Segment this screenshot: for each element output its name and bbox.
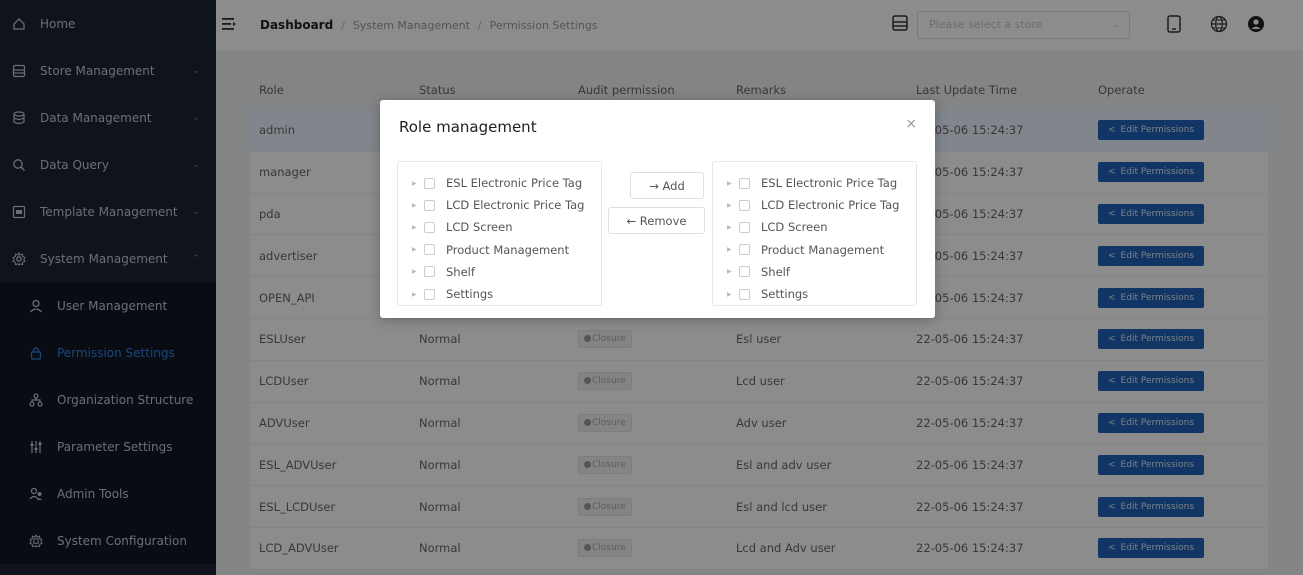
tree-item[interactable]: ▶ ESL Electronic Price Tag xyxy=(398,172,601,194)
expand-arrow-icon[interactable]: ▶ xyxy=(412,291,424,298)
checkbox[interactable] xyxy=(424,199,435,211)
tree-item-label: LCD Electronic Price Tag xyxy=(446,198,585,213)
tree-item-label: Product Management xyxy=(761,242,885,257)
tree-item[interactable]: ▶ LCD Screen xyxy=(713,216,916,238)
checkbox[interactable] xyxy=(424,221,435,233)
tree-item-label: LCD Screen xyxy=(761,220,828,235)
expand-arrow-icon[interactable]: ▶ xyxy=(727,291,739,298)
expand-arrow-icon[interactable]: ▶ xyxy=(412,202,424,209)
checkbox[interactable] xyxy=(739,177,750,189)
expand-arrow-icon[interactable]: ▶ xyxy=(412,268,424,275)
checkbox[interactable] xyxy=(424,288,435,300)
remove-button[interactable]: ← Remove xyxy=(608,207,705,234)
tree-item-label: Product Management xyxy=(446,242,570,257)
tree-item-label: ESL Electronic Price Tag xyxy=(446,176,583,191)
tree-item-label: Shelf xyxy=(446,264,475,279)
expand-arrow-icon[interactable]: ▶ xyxy=(727,268,739,275)
add-button[interactable]: → Add xyxy=(630,172,704,199)
expand-arrow-icon[interactable]: ▶ xyxy=(727,180,739,187)
tree-item[interactable]: ▶ Product Management xyxy=(713,239,916,261)
tree-item[interactable]: ▶ Product Management xyxy=(398,239,601,261)
expand-arrow-icon[interactable]: ▶ xyxy=(727,246,739,253)
available-permissions-panel: ▶ ESL Electronic Price Tag ▶ LCD Electronic… xyxy=(397,161,602,306)
assigned-permissions-panel: ▶ ESL Electronic Price Tag ▶ LCD Electronic… xyxy=(712,161,917,306)
tree-item-label: LCD Electronic Price Tag xyxy=(761,198,900,213)
tree-item[interactable]: ▶ LCD Electronic Price Tag xyxy=(398,194,601,216)
tree-item-label: Shelf xyxy=(761,264,790,279)
role-management-modal: Role management × ▶ ESL Electronic Price … xyxy=(380,100,935,318)
modal-title: Role management xyxy=(399,118,537,136)
tree-item-label: ESL Electronic Price Tag xyxy=(761,176,898,191)
checkbox[interactable] xyxy=(424,266,435,278)
tree-item[interactable]: ▶ Settings xyxy=(398,283,601,305)
tree-item-label: LCD Screen xyxy=(446,220,513,235)
tree-item[interactable]: ▶ Settings xyxy=(713,283,916,305)
tree-item[interactable]: ▶ Shelf xyxy=(713,261,916,283)
expand-arrow-icon[interactable]: ▶ xyxy=(412,246,424,253)
tree-item[interactable]: ▶ Shelf xyxy=(398,261,601,283)
checkbox[interactable] xyxy=(739,288,750,300)
checkbox[interactable] xyxy=(739,244,750,256)
tree-item-label: Settings xyxy=(446,287,494,302)
expand-arrow-icon[interactable]: ▶ xyxy=(727,224,739,231)
tree-item-label: Settings xyxy=(761,287,809,302)
expand-arrow-icon[interactable]: ▶ xyxy=(412,224,424,231)
checkbox[interactable] xyxy=(424,177,435,189)
close-icon[interactable]: × xyxy=(905,116,917,132)
tree-item[interactable]: ▶ ESL Electronic Price Tag xyxy=(713,172,916,194)
checkbox[interactable] xyxy=(739,221,750,233)
checkbox[interactable] xyxy=(739,266,750,278)
expand-arrow-icon[interactable]: ▶ xyxy=(412,180,424,187)
checkbox[interactable] xyxy=(424,244,435,256)
tree-item[interactable]: ▶ LCD Screen xyxy=(398,216,601,238)
expand-arrow-icon[interactable]: ▶ xyxy=(727,202,739,209)
checkbox[interactable] xyxy=(739,199,750,211)
tree-item[interactable]: ▶ LCD Electronic Price Tag xyxy=(713,194,916,216)
